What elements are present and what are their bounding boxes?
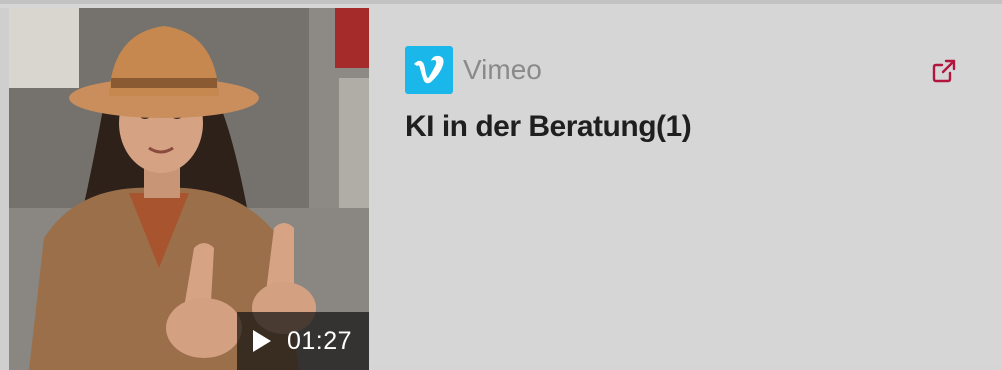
left-divider (0, 8, 9, 370)
video-embed-card[interactable]: 01:27 Vimeo KI in der Beratung(1) (0, 0, 1002, 370)
external-link-icon[interactable] (930, 57, 958, 85)
play-duration-button[interactable]: 01:27 (237, 312, 369, 370)
video-thumbnail[interactable]: 01:27 (9, 8, 369, 370)
video-title[interactable]: KI in der Beratung(1) (405, 110, 692, 144)
vimeo-logo-icon (405, 46, 453, 94)
provider-header: Vimeo (405, 46, 542, 94)
video-duration: 01:27 (287, 326, 353, 355)
play-icon (253, 330, 271, 352)
provider-name: Vimeo (463, 54, 542, 85)
